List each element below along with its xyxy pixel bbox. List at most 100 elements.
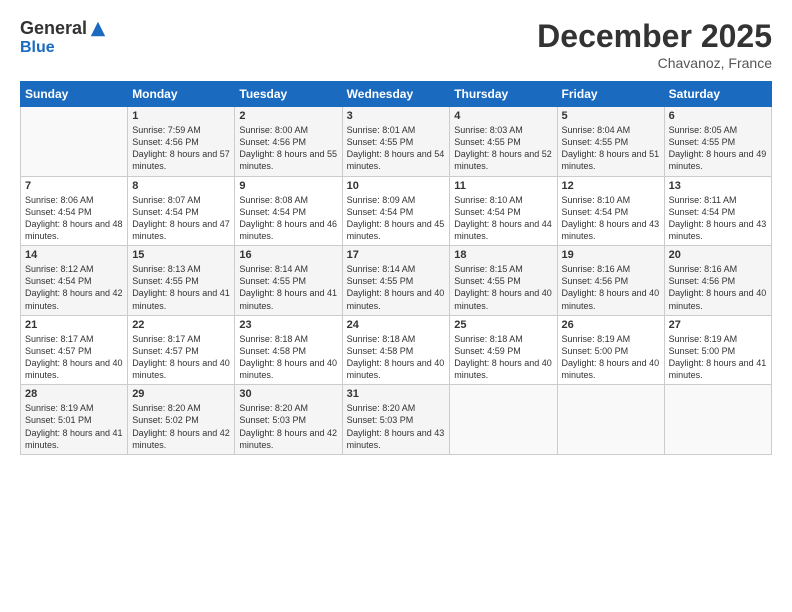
- table-row: 1Sunrise: 7:59 AMSunset: 4:56 PMDaylight…: [128, 107, 235, 177]
- table-row: [664, 385, 771, 455]
- calendar-week-row: 14Sunrise: 8:12 AMSunset: 4:54 PMDayligh…: [21, 246, 772, 316]
- table-row: 5 Sunrise: 8:04 AMSunset: 4:55 PMDaylight…: [557, 107, 664, 177]
- table-row: 11 Sunrise: 8:10 AMSunset: 4:54 PMDayligh…: [450, 176, 557, 246]
- day-number: 9: [239, 180, 337, 192]
- logo-general-text: General: [20, 18, 87, 39]
- day-info: Sunrise: 8:11 AMSunset: 4:54 PMDaylight:…: [669, 194, 767, 243]
- day-number: 11: [454, 180, 552, 192]
- col-tuesday: Tuesday: [235, 82, 342, 107]
- day-info: Sunrise: 8:13 AMSunset: 4:55 PMDaylight:…: [132, 263, 230, 312]
- day-info: Sunrise: 8:10 AMSunset: 4:54 PMDaylight:…: [454, 194, 552, 243]
- day-info: Sunrise: 8:19 AMSunset: 5:00 PMDaylight:…: [669, 333, 767, 382]
- day-number: 30: [239, 388, 337, 400]
- day-info: Sunrise: 8:20 AMSunset: 5:02 PMDaylight:…: [132, 402, 230, 451]
- table-row: 20 Sunrise: 8:16 AMSunset: 4:56 PMDayligh…: [664, 246, 771, 316]
- table-row: 15Sunrise: 8:13 AMSunset: 4:55 PMDayligh…: [128, 246, 235, 316]
- calendar-table: Sunday Monday Tuesday Wednesday Thursday…: [20, 81, 772, 455]
- day-info: Sunrise: 8:00 AMSunset: 4:56 PMDaylight:…: [239, 124, 337, 173]
- day-number: 26: [562, 319, 660, 331]
- table-row: 24 Sunrise: 8:18 AMSunset: 4:58 PMDayligh…: [342, 315, 450, 385]
- day-info: Sunrise: 8:07 AMSunset: 4:54 PMDaylight:…: [132, 194, 230, 243]
- table-row: [21, 107, 128, 177]
- table-row: 14Sunrise: 8:12 AMSunset: 4:54 PMDayligh…: [21, 246, 128, 316]
- table-row: 26Sunrise: 8:19 AMSunset: 5:00 PMDayligh…: [557, 315, 664, 385]
- col-monday: Monday: [128, 82, 235, 107]
- day-info: Sunrise: 8:08 AMSunset: 4:54 PMDaylight:…: [239, 194, 337, 243]
- table-row: 13 Sunrise: 8:11 AMSunset: 4:54 PMDayligh…: [664, 176, 771, 246]
- day-number: 31: [347, 388, 446, 400]
- day-number: 25: [454, 319, 552, 331]
- table-row: 17Sunrise: 8:14 AMSunset: 4:55 PMDayligh…: [342, 246, 450, 316]
- day-number: 22: [132, 319, 230, 331]
- calendar-week-row: 7 Sunrise: 8:06 AMSunset: 4:54 PMDaylight…: [21, 176, 772, 246]
- calendar-header-row: Sunday Monday Tuesday Wednesday Thursday…: [21, 82, 772, 107]
- calendar-week-row: 21 Sunrise: 8:17 AMSunset: 4:57 PMDayligh…: [21, 315, 772, 385]
- calendar-week-row: 28 Sunrise: 8:19 AMSunset: 5:01 PMDayligh…: [21, 385, 772, 455]
- calendar-week-row: 1Sunrise: 7:59 AMSunset: 4:56 PMDaylight…: [21, 107, 772, 177]
- day-info: Sunrise: 8:10 AMSunset: 4:54 PMDaylight:…: [562, 194, 660, 243]
- table-row: 19 Sunrise: 8:16 AMSunset: 4:56 PMDayligh…: [557, 246, 664, 316]
- day-number: 20: [669, 249, 767, 261]
- day-number: 8: [132, 180, 230, 192]
- col-wednesday: Wednesday: [342, 82, 450, 107]
- day-number: 13: [669, 180, 767, 192]
- day-number: 12: [562, 180, 660, 192]
- table-row: 7 Sunrise: 8:06 AMSunset: 4:54 PMDaylight…: [21, 176, 128, 246]
- location-text: Chavanoz, France: [537, 55, 772, 71]
- table-row: 18 Sunrise: 8:15 AMSunset: 4:55 PMDayligh…: [450, 246, 557, 316]
- day-info: Sunrise: 8:06 AMSunset: 4:54 PMDaylight:…: [25, 194, 123, 243]
- day-number: 5: [562, 110, 660, 122]
- table-row: [450, 385, 557, 455]
- col-friday: Friday: [557, 82, 664, 107]
- day-info: Sunrise: 8:04 AMSunset: 4:55 PMDaylight:…: [562, 124, 660, 173]
- day-number: 16: [239, 249, 337, 261]
- day-info: Sunrise: 8:05 AMSunset: 4:55 PMDaylight:…: [669, 124, 767, 173]
- day-info: Sunrise: 8:17 AMSunset: 4:57 PMDaylight:…: [25, 333, 123, 382]
- table-row: 29 Sunrise: 8:20 AMSunset: 5:02 PMDayligh…: [128, 385, 235, 455]
- day-info: Sunrise: 8:14 AMSunset: 4:55 PMDaylight:…: [239, 263, 337, 312]
- page: General Blue December 2025 Chavanoz, Fra…: [0, 0, 792, 612]
- day-number: 1: [132, 110, 230, 122]
- day-number: 3: [347, 110, 446, 122]
- day-number: 10: [347, 180, 446, 192]
- day-number: 17: [347, 249, 446, 261]
- day-info: Sunrise: 8:15 AMSunset: 4:55 PMDaylight:…: [454, 263, 552, 312]
- day-number: 6: [669, 110, 767, 122]
- day-number: 19: [562, 249, 660, 261]
- table-row: 9 Sunrise: 8:08 AMSunset: 4:54 PMDaylight…: [235, 176, 342, 246]
- header: General Blue December 2025 Chavanoz, Fra…: [20, 18, 772, 71]
- table-row: 27 Sunrise: 8:19 AMSunset: 5:00 PMDayligh…: [664, 315, 771, 385]
- table-row: 8 Sunrise: 8:07 AMSunset: 4:54 PMDaylight…: [128, 176, 235, 246]
- day-info: Sunrise: 8:20 AMSunset: 5:03 PMDaylight:…: [347, 402, 446, 451]
- day-number: 28: [25, 388, 123, 400]
- day-info: Sunrise: 8:18 AMSunset: 4:59 PMDaylight:…: [454, 333, 552, 382]
- logo-blue-text: Blue: [20, 39, 55, 56]
- col-thursday: Thursday: [450, 82, 557, 107]
- day-info: Sunrise: 8:18 AMSunset: 4:58 PMDaylight:…: [239, 333, 337, 382]
- table-row: [557, 385, 664, 455]
- day-info: Sunrise: 8:16 AMSunset: 4:56 PMDaylight:…: [562, 263, 660, 312]
- table-row: 10 Sunrise: 8:09 AMSunset: 4:54 PMDayligh…: [342, 176, 450, 246]
- day-number: 27: [669, 319, 767, 331]
- day-number: 29: [132, 388, 230, 400]
- table-row: 22Sunrise: 8:17 AMSunset: 4:57 PMDayligh…: [128, 315, 235, 385]
- table-row: 28 Sunrise: 8:19 AMSunset: 5:01 PMDayligh…: [21, 385, 128, 455]
- day-info: Sunrise: 8:19 AMSunset: 5:01 PMDaylight:…: [25, 402, 123, 451]
- day-info: Sunrise: 8:20 AMSunset: 5:03 PMDaylight:…: [239, 402, 337, 451]
- logo: General Blue: [20, 18, 107, 57]
- table-row: 16 Sunrise: 8:14 AMSunset: 4:55 PMDayligh…: [235, 246, 342, 316]
- day-number: 4: [454, 110, 552, 122]
- day-info: Sunrise: 8:16 AMSunset: 4:56 PMDaylight:…: [669, 263, 767, 312]
- day-info: Sunrise: 8:18 AMSunset: 4:58 PMDaylight:…: [347, 333, 446, 382]
- table-row: 4Sunrise: 8:03 AMSunset: 4:55 PMDaylight…: [450, 107, 557, 177]
- day-number: 24: [347, 319, 446, 331]
- day-number: 7: [25, 180, 123, 192]
- month-title: December 2025: [537, 18, 772, 55]
- day-number: 18: [454, 249, 552, 261]
- table-row: 12 Sunrise: 8:10 AMSunset: 4:54 PMDayligh…: [557, 176, 664, 246]
- day-info: Sunrise: 8:01 AMSunset: 4:55 PMDaylight:…: [347, 124, 446, 173]
- table-row: 6 Sunrise: 8:05 AMSunset: 4:55 PMDaylight…: [664, 107, 771, 177]
- table-row: 2Sunrise: 8:00 AMSunset: 4:56 PMDaylight…: [235, 107, 342, 177]
- day-number: 21: [25, 319, 123, 331]
- day-info: Sunrise: 8:09 AMSunset: 4:54 PMDaylight:…: [347, 194, 446, 243]
